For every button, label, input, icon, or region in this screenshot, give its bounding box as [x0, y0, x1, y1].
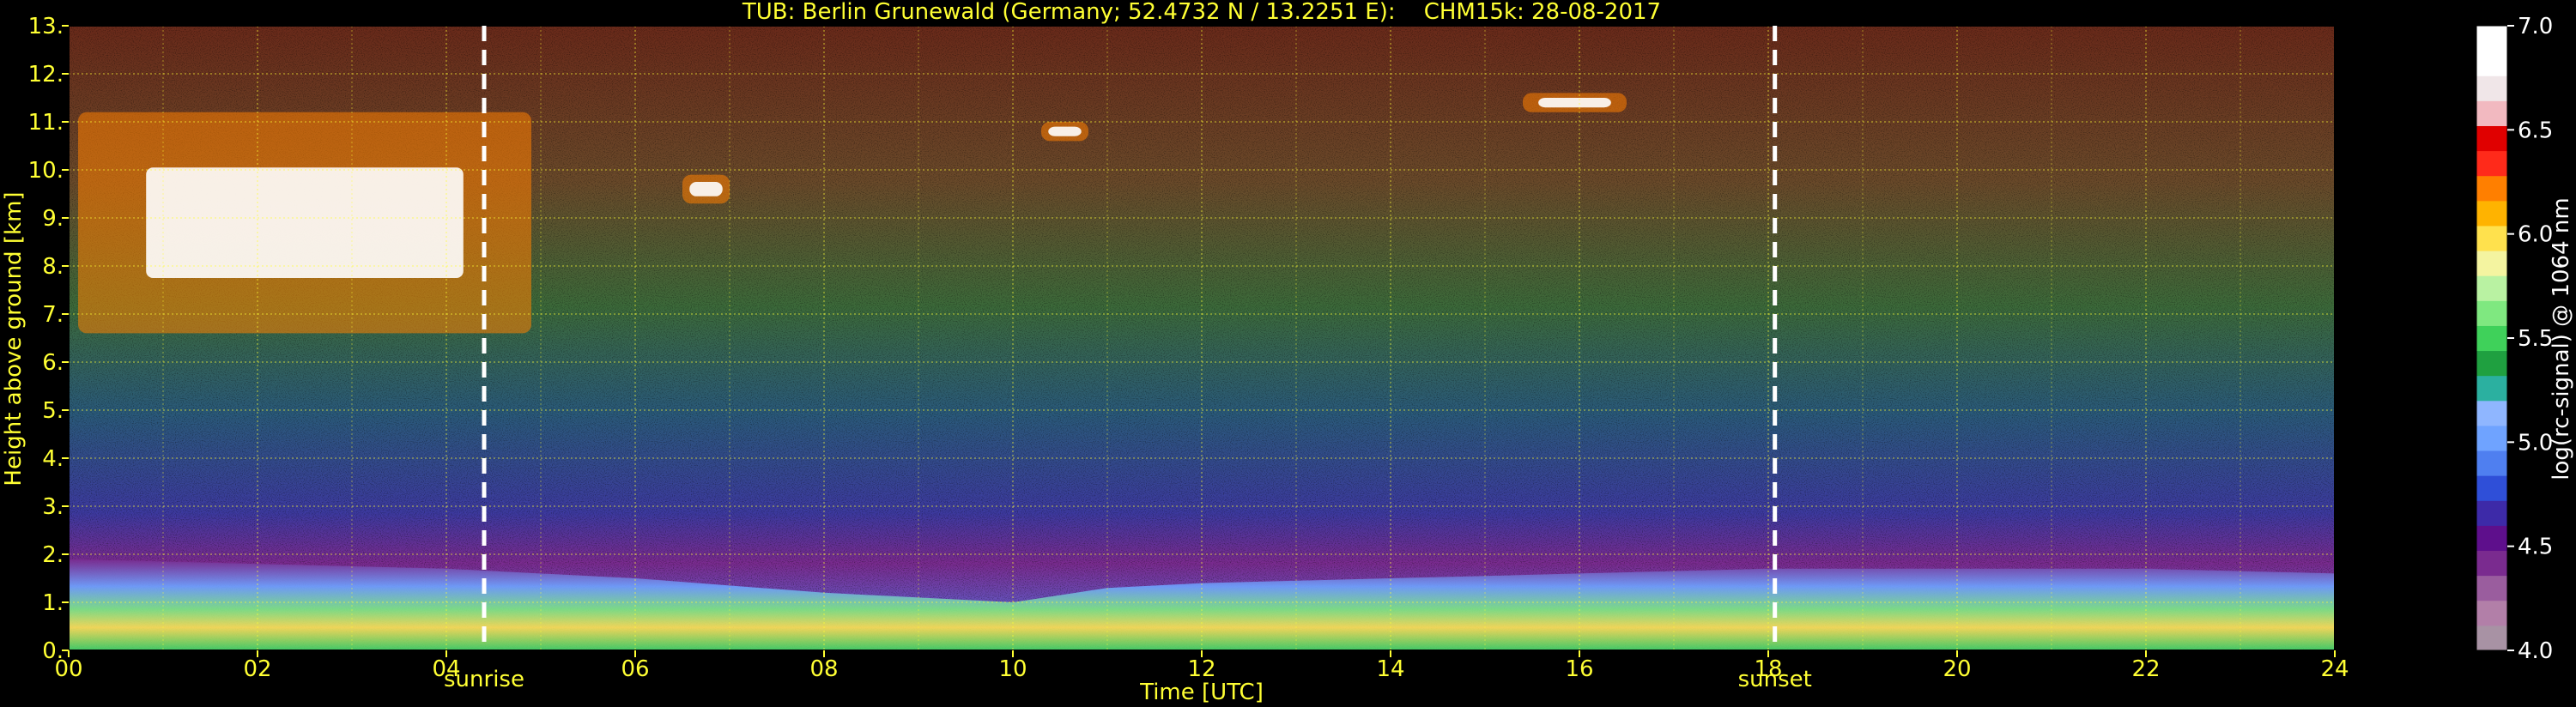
colorbar-label: log(rc-signal) @ 1064 nm — [2549, 197, 2574, 480]
colorbar-segment — [2476, 76, 2507, 101]
x-tick-label: 12 — [1187, 656, 1215, 682]
y-tick-label: 7. — [42, 302, 64, 328]
cloud-core — [689, 182, 723, 196]
colorbar-segment — [2476, 125, 2507, 152]
y-tick-label: 11. — [28, 110, 64, 136]
x-tick-label: 02 — [243, 656, 271, 682]
y-tick-label: 12. — [28, 62, 64, 88]
x-tick-label: 20 — [1943, 656, 1971, 682]
colorbar-segment — [2476, 625, 2507, 651]
y-tick-label: 4. — [42, 446, 64, 472]
x-tick-label: 08 — [809, 656, 838, 682]
x-tick-label: 22 — [2131, 656, 2160, 682]
colorbar-segment — [2476, 550, 2507, 577]
y-axis-label: Height above ground [km] — [1, 191, 27, 486]
colorbar-segment — [2476, 251, 2507, 276]
y-tick-label: 13. — [28, 14, 64, 39]
colorbar-segment — [2476, 525, 2507, 552]
colorbar-segment — [2476, 350, 2507, 377]
cloud-core — [146, 167, 464, 278]
x-tick-label: 18 — [1754, 656, 1782, 682]
x-tick-label: 24 — [2320, 656, 2349, 682]
colorbar-segment — [2476, 600, 2507, 626]
colorbar-tick-label: 7.0 — [2518, 14, 2553, 39]
y-tick-label: 0. — [42, 638, 64, 664]
colorbar-segment — [2476, 100, 2507, 126]
colorbar-segment — [2476, 225, 2507, 251]
x-tick-label: 16 — [1565, 656, 1593, 682]
y-axis-ticks: 0. 1. 2. 3. 4. 5. 6. 7. 8. 9. 10. 11. 12. 13. — [28, 14, 69, 664]
colorbar-tick-label: 6.5 — [2518, 118, 2553, 143]
colorbar-segment — [2476, 500, 2507, 526]
colorbar-segment — [2476, 475, 2507, 501]
colorbar-tick-label: 4.5 — [2518, 535, 2553, 560]
x-tick-label: 06 — [621, 656, 649, 682]
cloud-core — [1538, 98, 1611, 108]
y-tick-label: 3. — [42, 494, 64, 520]
ceilometer-chart: sunrise sunset 00 02 04 06 08 10 12 14 16 18 20 22 24… — [1, 0, 2574, 705]
x-tick-label: 04 — [432, 656, 460, 682]
chart-title: TUB: Berlin Grunewald (Germany; 52.4732 … — [742, 0, 1661, 25]
colorbar-segment — [2476, 575, 2507, 601]
colorbar-tick-label: 4.0 — [2518, 638, 2553, 664]
y-tick-label: 6. — [42, 350, 64, 376]
colorbar-segment — [2476, 450, 2507, 476]
colorbar-segment — [2476, 425, 2507, 451]
colorbar-segment — [2476, 400, 2507, 426]
y-tick-label: 5. — [42, 398, 64, 424]
colorbar-segment — [2476, 150, 2507, 177]
colorbar-segment — [2476, 375, 2507, 402]
x-axis-ticks: 00 02 04 06 08 10 12 14 16 18 20 22 24 — [54, 650, 2349, 682]
x-tick-label: 10 — [998, 656, 1027, 682]
cloud-core — [1048, 126, 1082, 136]
y-tick-label: 9. — [42, 206, 64, 232]
y-tick-label: 8. — [42, 254, 64, 280]
colorbar-segment — [2476, 175, 2507, 202]
colorbar-segment — [2476, 275, 2507, 301]
colorbar-segment — [2476, 200, 2507, 227]
x-axis-label: Time [UTC] — [1139, 680, 1264, 705]
y-tick-label: 1. — [42, 590, 64, 616]
colorbar-segment — [2476, 51, 2507, 76]
y-tick-label: 10. — [28, 158, 64, 184]
colorbar: 4.04.55.05.56.06.57.0 — [2476, 14, 2553, 664]
x-tick-label: 14 — [1376, 656, 1404, 682]
colorbar-segment — [2476, 325, 2507, 352]
y-tick-label: 2. — [42, 542, 64, 568]
colorbar-segment — [2476, 300, 2507, 326]
colorbar-segment — [2476, 26, 2507, 51]
